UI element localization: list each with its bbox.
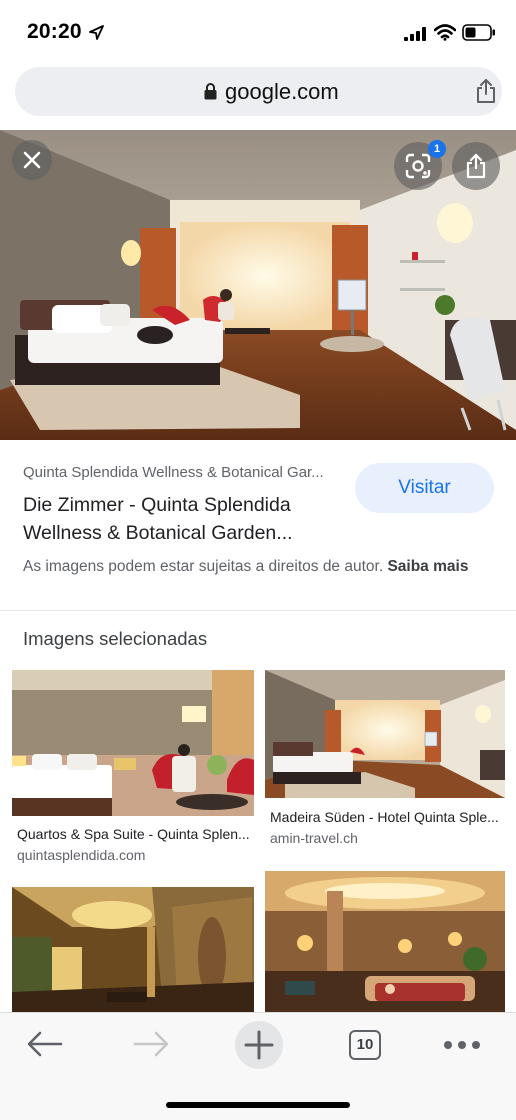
copyright-notice: As imagens podem estar sujeitas a direit… bbox=[23, 555, 493, 578]
spa-corridor-image bbox=[12, 887, 254, 1012]
more-dots-icon[interactable] bbox=[443, 1040, 481, 1050]
close-icon bbox=[23, 151, 41, 169]
status-bar: 20:20 bbox=[0, 0, 516, 62]
close-button[interactable] bbox=[12, 140, 52, 180]
new-tab-plus-icon bbox=[244, 1030, 274, 1060]
related-image-3[interactable] bbox=[12, 887, 254, 1012]
related-caption-2[interactable]: Madeira Süden - Hotel Quinta Sple... bbox=[270, 809, 499, 825]
divider bbox=[0, 610, 516, 611]
copyright-text: As imagens podem estar sujeitas a direit… bbox=[23, 558, 384, 575]
lens-badge: 1 bbox=[428, 140, 446, 158]
back-arrow-icon[interactable] bbox=[26, 1031, 64, 1057]
signal-icon bbox=[404, 27, 426, 41]
related-images-heading: Imagens selecionadas bbox=[23, 628, 208, 649]
visit-button[interactable]: Visitar bbox=[355, 463, 494, 513]
hotel-lobby-image bbox=[265, 871, 505, 1012]
learn-more-link[interactable]: Saiba mais bbox=[387, 558, 468, 575]
hotel-room-image bbox=[265, 670, 505, 798]
status-time: 20:20 bbox=[27, 20, 82, 43]
location-arrow-icon bbox=[89, 25, 104, 40]
url-domain: google.com bbox=[225, 79, 339, 104]
share-icon bbox=[466, 153, 486, 179]
related-domain-1: quintasplendida.com bbox=[17, 847, 146, 863]
wifi-icon bbox=[434, 24, 456, 41]
lock-icon bbox=[204, 83, 217, 100]
share-image-button[interactable] bbox=[452, 142, 500, 190]
hotel-room-photo[interactable] bbox=[0, 130, 516, 440]
result-source[interactable]: Quinta Splendida Wellness & Botanical Ga… bbox=[23, 464, 324, 481]
related-image-1[interactable] bbox=[12, 670, 254, 816]
battery-icon bbox=[462, 24, 495, 41]
result-title[interactable]: Die Zimmer - Quinta Splendida Wellness &… bbox=[23, 491, 333, 547]
related-caption-1[interactable]: Quartos & Spa Suite - Quinta Splen... bbox=[17, 826, 250, 842]
home-indicator[interactable] bbox=[166, 1102, 350, 1108]
related-image-2[interactable] bbox=[265, 670, 505, 798]
share-icon[interactable] bbox=[475, 78, 497, 104]
related-domain-2: amin-travel.ch bbox=[270, 830, 358, 846]
google-lens-icon bbox=[405, 153, 431, 179]
forward-arrow-icon[interactable] bbox=[132, 1031, 170, 1057]
hotel-suite-image bbox=[12, 670, 254, 816]
tabs-icon[interactable]: 10 bbox=[349, 1030, 381, 1060]
address-bar[interactable]: google.com bbox=[15, 67, 502, 116]
new-tab-button[interactable] bbox=[235, 1021, 283, 1069]
related-image-4[interactable] bbox=[265, 871, 505, 1012]
